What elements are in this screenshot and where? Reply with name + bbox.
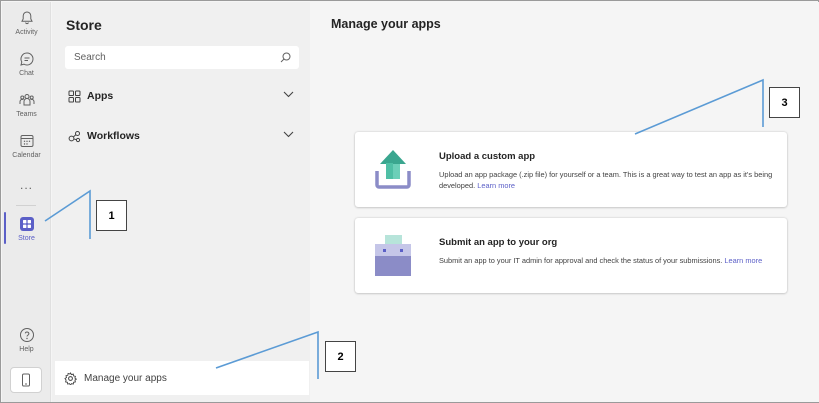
app-bar-label: Store xyxy=(18,235,35,242)
submit-app-card[interactable]: Submit an app to your org Submit an app … xyxy=(355,218,787,293)
search-icon[interactable] xyxy=(280,52,291,63)
app-bar-help[interactable]: Help xyxy=(2,327,51,367)
window-frame: Activity Chat Teams Calendar ... Store H… xyxy=(0,0,819,403)
app-bar-label: Teams xyxy=(16,111,37,118)
search-box[interactable] xyxy=(65,46,299,69)
calendar-icon xyxy=(20,135,33,147)
chevron-down-icon[interactable] xyxy=(283,131,294,138)
callout-3: 3 xyxy=(769,87,800,118)
app-bar-label: Chat xyxy=(19,70,34,77)
main-content: Manage your apps Upload a custom app Upl… xyxy=(311,2,819,402)
workflows-icon xyxy=(68,130,81,142)
page-title: Manage your apps xyxy=(331,17,441,31)
apps-icon xyxy=(68,90,81,102)
bell-icon xyxy=(20,11,33,25)
card-title: Upload a custom app xyxy=(439,151,536,162)
app-bar-calendar[interactable]: Calendar xyxy=(2,133,51,173)
app-bar-activity[interactable]: Activity xyxy=(2,10,51,50)
upload-icon xyxy=(375,150,411,189)
nav-item-label: Apps xyxy=(87,90,114,102)
app-bar-label: Help xyxy=(19,346,34,353)
nav-item-apps[interactable]: Apps xyxy=(68,85,300,107)
store-icon xyxy=(19,217,34,231)
upload-custom-app-card[interactable]: Upload a custom app Upload an app packag… xyxy=(355,132,787,207)
search-input[interactable] xyxy=(74,52,264,63)
app-bar-label: Activity xyxy=(15,29,38,36)
card-title: Submit an app to your org xyxy=(439,237,558,248)
gear-icon xyxy=(64,371,77,385)
app-bar-chat[interactable]: Chat xyxy=(2,51,51,91)
app-bar-teams[interactable]: Teams xyxy=(2,92,51,132)
callout-1: 1 xyxy=(96,200,127,231)
card-description: Submit an app to your IT admin for appro… xyxy=(439,255,775,266)
nav-item-label: Workflows xyxy=(87,130,140,142)
phone-icon xyxy=(22,373,30,387)
app-bar-divider xyxy=(16,205,36,206)
submit-icon xyxy=(375,235,411,276)
app-bar: Activity Chat Teams Calendar ... Store H… xyxy=(2,2,51,402)
chevron-down-icon[interactable] xyxy=(283,91,294,98)
callout-2: 2 xyxy=(325,341,356,372)
manage-apps-label: Manage your apps xyxy=(84,372,167,384)
store-panel: Store Apps Workflows Manage your apps xyxy=(52,2,310,402)
teams-icon xyxy=(19,94,34,106)
more-apps-button[interactable]: ... xyxy=(2,178,51,192)
panel-title: Store xyxy=(66,17,102,33)
mobile-device-button[interactable] xyxy=(10,367,42,393)
learn-more-link[interactable]: Learn more xyxy=(477,181,515,190)
chat-icon xyxy=(19,52,33,66)
help-icon xyxy=(19,328,34,342)
card-description: Upload an app package (.zip file) for yo… xyxy=(439,169,775,191)
app-bar-store[interactable]: Store xyxy=(2,216,51,256)
nav-item-workflows[interactable]: Workflows xyxy=(68,125,300,147)
card-description-text: Submit an app to your IT admin for appro… xyxy=(439,256,723,265)
app-bar-label: Calendar xyxy=(12,152,41,159)
manage-your-apps-button[interactable]: Manage your apps xyxy=(55,361,309,395)
learn-more-link[interactable]: Learn more xyxy=(724,256,762,265)
